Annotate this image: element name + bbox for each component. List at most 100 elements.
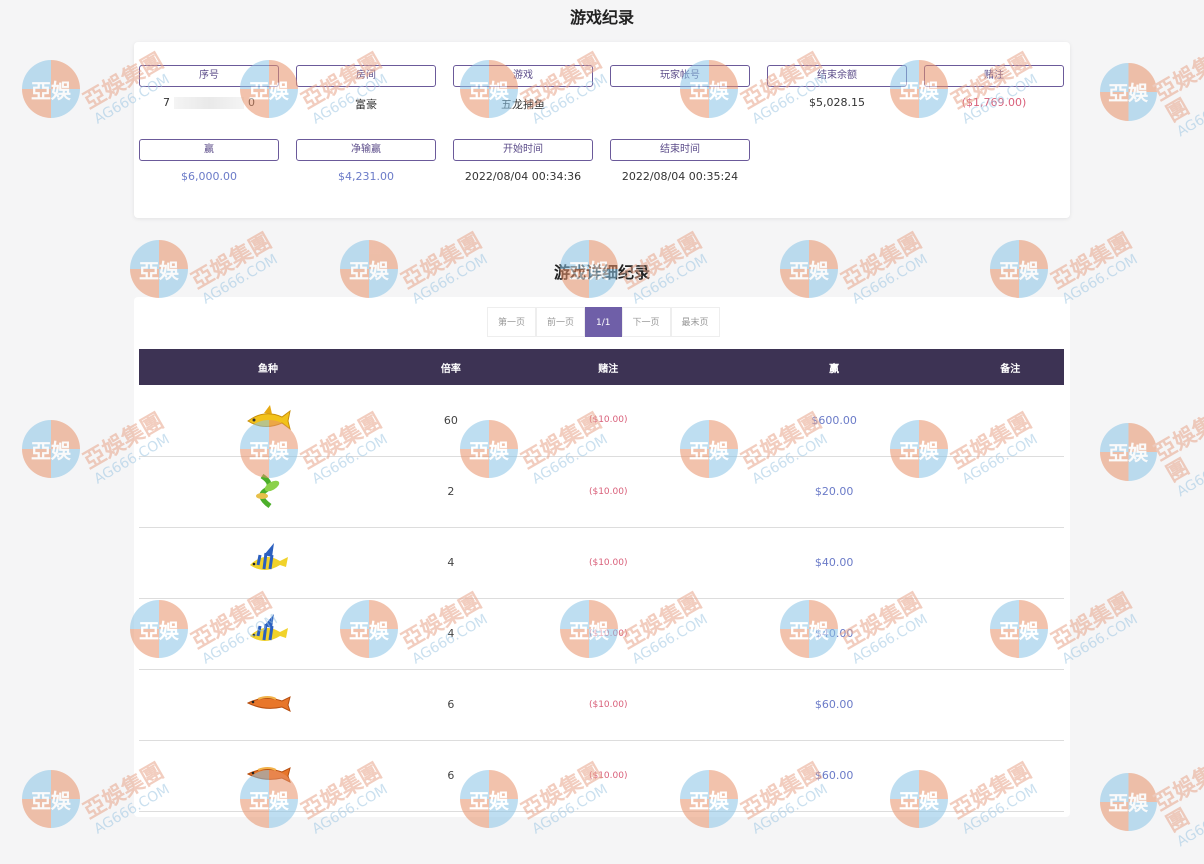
cell-note: [956, 456, 1064, 528]
field-end-balance: 结束余额 $5,028.15: [767, 65, 907, 110]
cell-fish: [139, 740, 398, 812]
cell-note: [956, 598, 1064, 670]
angelfish-icon: [244, 612, 292, 652]
cell-note: [956, 385, 1064, 457]
field-value-win: $6,000.00: [181, 170, 237, 183]
game-record-summary: 序号 70 房间 富豪 游戏 五龙捕鱼 玩家帐号 结束余额 $5,028.15 …: [134, 42, 1070, 218]
watermark: 亞娛 亞娛集團 AG666.COM: [1100, 762, 1204, 851]
green-dragonfly-fish-icon: [244, 470, 292, 510]
cell-win: $60.00: [711, 669, 957, 741]
watermark-brand: 亞娛集團: [1149, 51, 1204, 128]
cell-rate: 4: [397, 527, 505, 599]
pager-current-page[interactable]: 1/1: [585, 307, 622, 337]
field-value-end-balance: $5,028.15: [809, 96, 865, 109]
cell-win: $60.00: [711, 740, 957, 812]
field-value-player-account: [610, 96, 750, 110]
field-value-bet: ($1,769.00): [961, 96, 1027, 109]
cell-rate: 4: [397, 598, 505, 670]
table-row: 60 ($10.00) $600.00: [139, 385, 1064, 457]
field-label: 结束余额: [767, 65, 907, 87]
cell-fish: [139, 598, 398, 670]
cell-fish: [139, 527, 398, 599]
watermark-brand: 亞娛集團: [1149, 411, 1204, 488]
table-row: 4 ($10.00) $40.00: [139, 527, 1064, 599]
field-label: 游戏: [453, 65, 593, 87]
field-value-end-time: 2022/08/04 00:35:24: [621, 170, 739, 183]
watermark-logo-icon: 亞娛: [22, 420, 80, 478]
col-fish: 鱼种: [139, 349, 398, 385]
cell-win: $40.00: [711, 527, 957, 599]
angelfish-icon: [244, 541, 292, 581]
orange-arowana-icon: [244, 754, 292, 794]
field-room: 房间 富豪: [296, 65, 436, 111]
detail-table: 鱼种 倍率 赌注 赢 备注 60 ($10.00) $600.00 2 ($10.00)…: [139, 349, 1064, 812]
watermark-brand: 亞娛集團: [1149, 761, 1204, 838]
watermark: 亞娛 亞娛集團 AG666.COM: [1100, 52, 1204, 141]
cell-bet: ($10.00): [504, 669, 712, 741]
pager-next-button[interactable]: 下一页: [621, 307, 671, 337]
field-label: 开始时间: [453, 139, 593, 161]
field-value-room: 富豪: [355, 98, 377, 111]
cell-fish: [139, 456, 398, 528]
cell-bet: ($10.00): [504, 598, 712, 670]
field-game: 游戏 五龙捕鱼: [453, 65, 593, 111]
field-label: 结束时间: [610, 139, 750, 161]
pager-first-button[interactable]: 第一页: [487, 307, 537, 337]
masked-serial: [174, 97, 244, 109]
cell-note: [956, 527, 1064, 599]
field-net: 净输赢 $4,231.00: [296, 139, 436, 184]
cell-win: $20.00: [711, 456, 957, 528]
field-player-account: 玩家帐号: [610, 65, 750, 110]
pagination: 第一页 前一页 1/1 下一页 最末页: [487, 307, 720, 337]
cell-bet: ($10.00): [504, 527, 712, 599]
cell-win: $600.00: [711, 385, 957, 457]
watermark: 亞娛 亞娛集團 AG666.COM: [1100, 412, 1204, 501]
field-serial: 序号 70: [139, 65, 279, 110]
field-label: 序号: [139, 65, 279, 87]
cell-bet: ($10.00): [504, 740, 712, 812]
watermark-domain: AG666.COM: [1173, 84, 1204, 141]
pager-prev-button[interactable]: 前一页: [536, 307, 586, 337]
watermark-logo-icon: 亞娛: [22, 770, 80, 828]
table-row: 6 ($10.00) $60.00: [139, 669, 1064, 741]
table-row: 2 ($10.00) $20.00: [139, 456, 1064, 528]
table-row: 6 ($10.00) $60.00: [139, 740, 1064, 812]
field-end-time: 结束时间 2022/08/04 00:35:24: [610, 139, 750, 184]
watermark-logo-icon: 亞娛: [1100, 772, 1157, 831]
field-value-net: $4,231.00: [338, 170, 394, 183]
cell-bet: ($10.00): [504, 456, 712, 528]
cell-rate: 2: [397, 456, 505, 528]
watermark-domain: AG666.COM: [1059, 611, 1141, 668]
field-label: 净输赢: [296, 139, 436, 161]
field-label: 赌注: [924, 65, 1064, 87]
table-row: 4 ($10.00) $40.00: [139, 598, 1064, 670]
cell-win: $40.00: [711, 598, 957, 670]
cell-fish: [139, 385, 398, 457]
cell-bet: ($10.00): [504, 385, 712, 457]
detail-title: 游戏详细纪录: [553, 263, 650, 282]
field-bet: 赌注 ($1,769.00): [924, 65, 1064, 110]
cell-rate: 6: [397, 669, 505, 741]
cell-note: [956, 740, 1064, 812]
page-title: 游戏纪录: [569, 8, 634, 27]
col-bet: 赌注: [504, 349, 712, 385]
field-label: 房间: [296, 65, 436, 87]
col-win: 赢: [711, 349, 957, 385]
col-note: 备注: [956, 349, 1064, 385]
field-start-time: 开始时间 2022/08/04 00:34:36: [453, 139, 593, 184]
field-win: 赢 $6,000.00: [139, 139, 279, 184]
pager-last-button[interactable]: 最末页: [670, 307, 720, 337]
watermark-domain: AG666.COM: [1173, 794, 1204, 851]
golden-shark-icon: [244, 399, 292, 439]
field-value-game: 五龙捕鱼: [501, 98, 545, 111]
watermark-logo-icon: 亞娛: [22, 60, 80, 118]
watermark-domain: AG666.COM: [1173, 444, 1204, 501]
field-value-start-time: 2022/08/04 00:34:36: [464, 170, 582, 183]
cell-note: [956, 669, 1064, 741]
cell-rate: 6: [397, 740, 505, 812]
field-label: 玩家帐号: [610, 65, 750, 87]
col-rate: 倍率: [397, 349, 505, 385]
game-detail-card: 第一页 前一页 1/1 下一页 最末页 鱼种 倍率 赌注 赢 备注 60 ($10…: [134, 297, 1070, 817]
cell-rate: 60: [397, 385, 505, 457]
watermark-logo-icon: 亞娛: [1100, 422, 1157, 481]
